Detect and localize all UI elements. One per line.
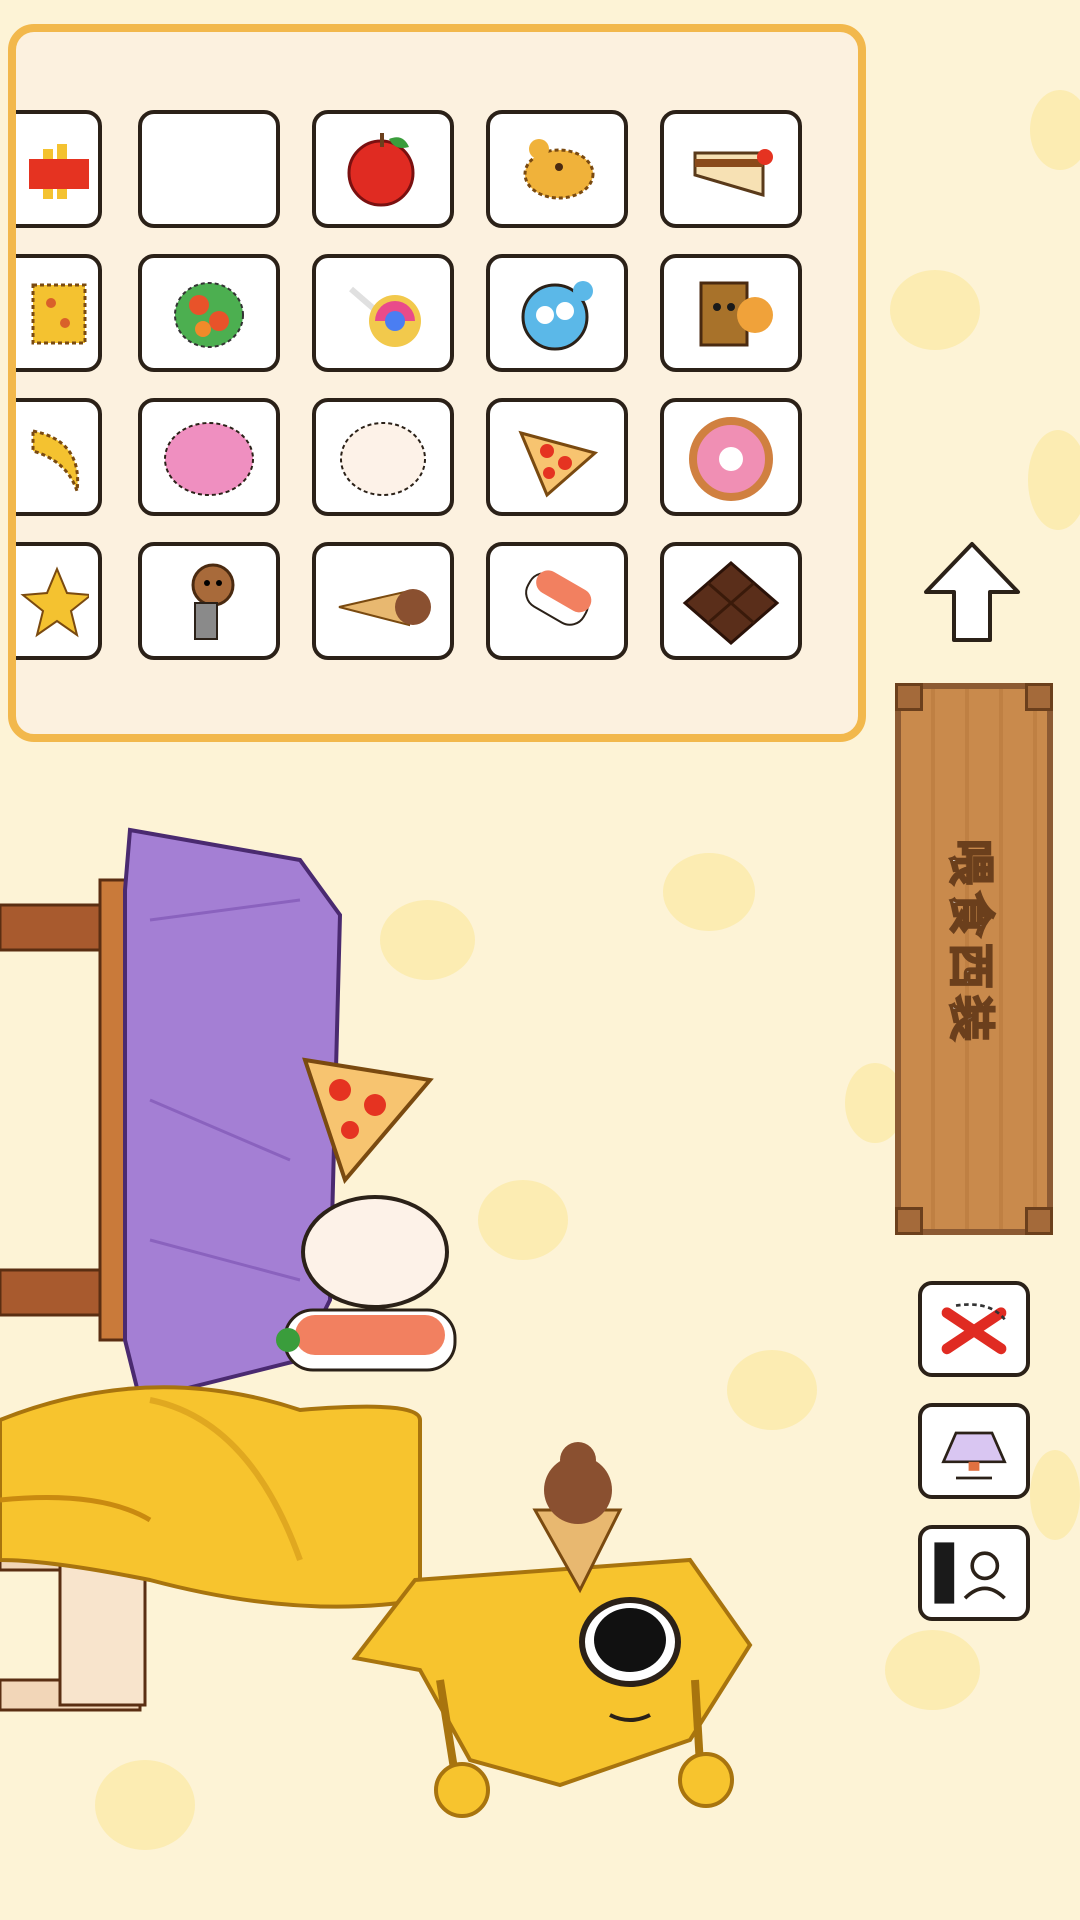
- blue-monster-toy-icon: [521, 281, 593, 351]
- puppy-toy-icon: [191, 563, 235, 640]
- donut-icon: [689, 417, 773, 501]
- food-slot-donut[interactable]: [660, 398, 802, 516]
- food-slot-cheese-cracker[interactable]: [16, 254, 102, 372]
- food-panel: [8, 24, 866, 742]
- lamp-button[interactable]: [918, 1403, 1030, 1499]
- toast-icon: [699, 281, 773, 347]
- pizza-slice-icon: [518, 430, 599, 498]
- chocolate-bar-icon: [682, 561, 780, 645]
- cancel-button[interactable]: [918, 1281, 1030, 1377]
- food-slot-salad-bowl[interactable]: [138, 254, 280, 372]
- cake-slice-icon: [693, 149, 773, 198]
- snapshot-button[interactable]: [918, 1525, 1030, 1621]
- food-slot-sushi[interactable]: [486, 542, 628, 660]
- pink-ball-icon: [164, 422, 254, 496]
- food-slot-empty[interactable]: [138, 110, 280, 228]
- feed-suit-sign-button[interactable]: 喂食西装: [895, 683, 1053, 1235]
- food-slot-banana[interactable]: [16, 398, 102, 516]
- sign-label: 喂食西装: [943, 838, 999, 1048]
- arrow-up-icon[interactable]: [922, 540, 1022, 645]
- cancel-icon: [941, 1303, 1008, 1355]
- lollipop-icon: [349, 286, 421, 347]
- food-slot-pink-ball[interactable]: [138, 398, 280, 516]
- apple-icon: [347, 133, 415, 207]
- food-slot-puppy-toy[interactable]: [138, 542, 280, 660]
- fries-icon: [29, 144, 89, 199]
- food-slot-cake-slice[interactable]: [660, 110, 802, 228]
- food-slot-egg[interactable]: [312, 398, 454, 516]
- egg-icon: [340, 422, 426, 496]
- food-slot-lollipop[interactable]: [312, 254, 454, 372]
- game-scene: [0, 827, 753, 1818]
- food-slot-star-cookie[interactable]: [16, 542, 102, 660]
- ice-cream-cone-icon: [338, 589, 431, 627]
- cheese-cracker-icon: [31, 283, 87, 345]
- roast-chicken-icon: [523, 139, 595, 200]
- food-slot-roast-chicken[interactable]: [486, 110, 628, 228]
- food-slot-apple[interactable]: [312, 110, 454, 228]
- food-slot-toast[interactable]: [660, 254, 802, 372]
- lamp-icon: [941, 1431, 1007, 1480]
- food-slot-blue-monster-toy[interactable]: [486, 254, 628, 372]
- salad-bowl-icon: [174, 282, 244, 348]
- food-slot-ice-cream-cone[interactable]: [312, 542, 454, 660]
- food-slot-pizza-slice[interactable]: [486, 398, 628, 516]
- banana-icon: [31, 429, 80, 492]
- egg-on-table: [301, 1195, 449, 1309]
- star-cookie-icon: [20, 566, 89, 638]
- sushi-icon: [525, 570, 592, 626]
- food-slot-chocolate-bar[interactable]: [660, 542, 802, 660]
- snapshot-icon: [934, 1542, 1006, 1604]
- sushi-on-table: [276, 1308, 457, 1372]
- food-slot-fries[interactable]: [16, 110, 102, 228]
